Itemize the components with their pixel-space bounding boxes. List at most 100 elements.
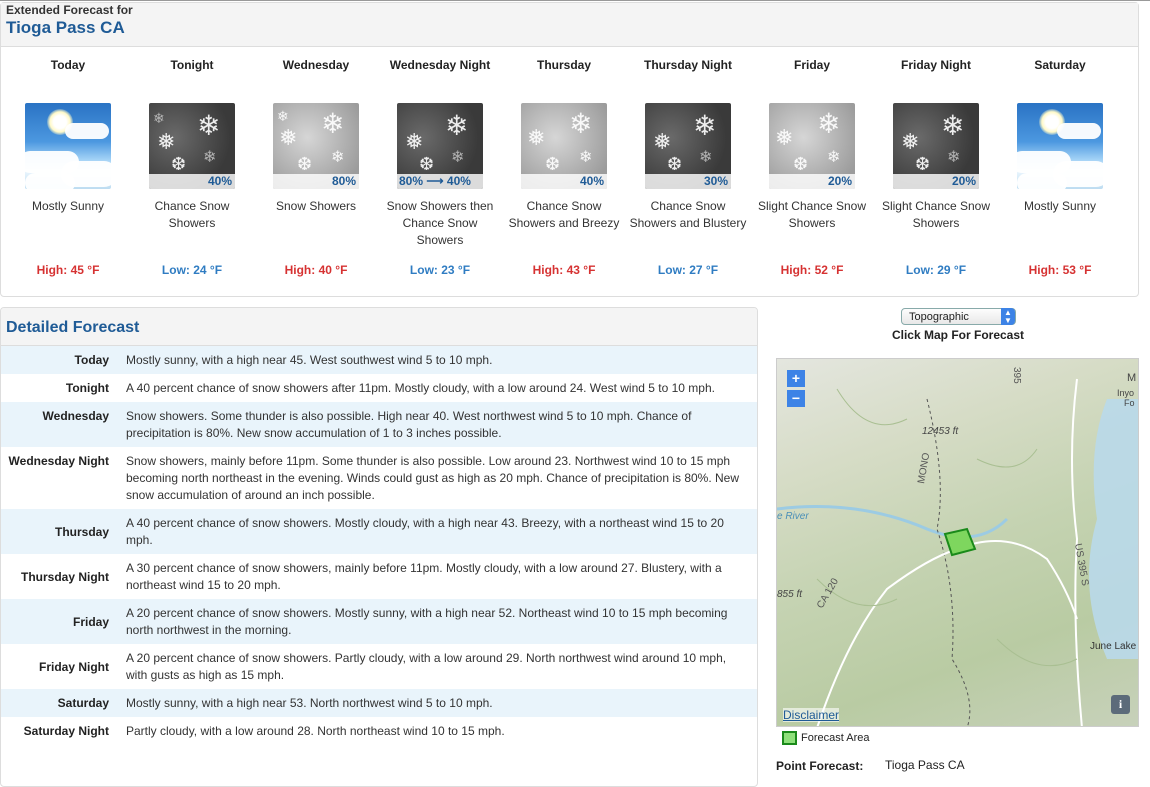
period-temp: Low: 23 °F: [409, 263, 471, 277]
forecast-row-text: A 40 percent chance of snow showers afte…: [126, 381, 715, 395]
forecast-row-text: Snow showers, mainly before 11pm. Some t…: [126, 454, 740, 502]
snow-day-icon: ❄ ❅ ❄ ❆ 40%: [521, 103, 607, 189]
snow-night-icon: ❄ ❅ ❄ ❆ 20%: [893, 103, 979, 189]
period-name: Tonight: [170, 58, 214, 72]
period-temp: High: 43 °F: [532, 263, 596, 277]
info-icon[interactable]: i: [1111, 695, 1130, 714]
detailed-forecast-panel: Detailed Forecast Today Mostly sunny, wi…: [0, 307, 758, 787]
period-tonight[interactable]: Tonight ❄ ❅ ❄ ❆ ❄ 40% Chance Snow Shower…: [130, 55, 254, 277]
detailed-forecast-title: Detailed Forecast: [1, 308, 757, 346]
snow-night-icon: ❄ ❅ ❄ ❆ 80% ⟶ 40%: [397, 103, 483, 189]
map-terrain: 12453 ft 855 ft e River June Lake Inyo F…: [777, 367, 1138, 726]
forecast-row-text: A 20 percent chance of snow showers. Mos…: [126, 606, 728, 637]
forecast-row-text: A 20 percent chance of snow showers. Par…: [126, 651, 727, 682]
period-name: Friday Night: [900, 58, 971, 72]
period-name: Today: [50, 58, 86, 72]
period-short-desc: Snow Showers: [275, 199, 357, 213]
precip-chance: 40%: [521, 174, 607, 189]
map-legend: Forecast Area: [782, 731, 869, 745]
forecast-row: Thursday A 40 percent chance of snow sho…: [1, 509, 757, 554]
period-short-desc: Slight Chance Snow Showers: [757, 199, 867, 230]
precip-chance: 40%: [149, 174, 235, 189]
map-road-label: 395: [1011, 367, 1022, 384]
forecast-row-text: Mostly sunny, with a high near 45. West …: [126, 353, 493, 367]
point-forecast-value: Tioga Pass CA: [885, 758, 965, 772]
extended-forecast-panel: Extended Forecast for Tioga Pass CA Toda…: [0, 2, 1139, 297]
extended-forecast-label: Extended Forecast for: [6, 3, 133, 17]
forecast-row-text: A 40 percent chance of snow showers. Mos…: [126, 516, 724, 547]
snow-day-icon: ❄ ❅ ❄ ❆ ❄ 80%: [273, 103, 359, 189]
period-name: Wednesday Night: [389, 58, 491, 72]
map-elevation-label: 12453 ft: [922, 426, 959, 437]
map-town-label: June Lake: [1090, 641, 1137, 652]
snow-day-icon: ❄ ❅ ❄ ❆ 20%: [769, 103, 855, 189]
top-divider: [0, 0, 1150, 1]
map-caption: Click Map For Forecast: [891, 328, 1025, 342]
period-temp: High: 53 °F: [1028, 263, 1092, 277]
period-name: Saturday: [1034, 58, 1086, 72]
disclaimer-link[interactable]: Disclaimer: [783, 708, 840, 722]
forecast-row-label: Friday Night: [38, 659, 109, 674]
period-short-desc: Mostly Sunny: [1023, 199, 1097, 213]
period-name: Thursday: [536, 58, 591, 72]
period-temp: Low: 27 °F: [657, 263, 719, 277]
forecast-row: Saturday Mostly sunny, with a high near …: [1, 689, 757, 717]
map-town-label: Inyo: [1117, 388, 1134, 398]
period-today[interactable]: Today Mostly Sunny High: 45 °F: [6, 55, 130, 277]
period-wednesday-night[interactable]: Wednesday Night ❄ ❅ ❄ ❆ 80% ⟶ 40% Snow S…: [378, 55, 502, 277]
period-temp: High: 40 °F: [284, 263, 348, 277]
forecast-row-label: Saturday: [57, 696, 109, 710]
precip-chance: 30%: [645, 174, 731, 189]
snow-night-icon: ❄ ❅ ❄ ❆ 30%: [645, 103, 731, 189]
zoom-in-button[interactable]: +: [787, 370, 805, 387]
map-type-select[interactable]: Topographic ▲ ▼: [901, 308, 1016, 325]
forecast-row: Wednesday Night Snow showers, mainly bef…: [1, 447, 757, 509]
forecast-map[interactable]: 12453 ft 855 ft e River June Lake Inyo F…: [776, 358, 1139, 727]
precip-chance: 20%: [769, 174, 855, 189]
period-short-desc: Snow Showers then Chance Snow Showers: [386, 199, 494, 247]
period-saturday[interactable]: Saturday Mostly Sunny High: 53 °F: [998, 55, 1122, 277]
extended-forecast-location: Tioga Pass CA: [6, 18, 125, 37]
forecast-row: Saturday Night Partly cloudy, with a low…: [1, 717, 757, 745]
extended-forecast-header: Extended Forecast for Tioga Pass CA: [1, 3, 1138, 47]
forecast-row: Wednesday Snow showers. Some thunder is …: [1, 402, 757, 447]
period-friday-night[interactable]: Friday Night ❄ ❅ ❄ ❆ 20% Slight Chance S…: [874, 55, 998, 277]
map-town-label: Fo: [1124, 398, 1135, 408]
forecast-row-label: Friday: [72, 614, 109, 629]
map-type-value: Topographic: [909, 311, 969, 323]
period-temp: Low: 24 °F: [161, 263, 223, 277]
period-short-desc: Mostly Sunny: [31, 199, 105, 213]
forecast-row-label: Tonight: [65, 381, 109, 395]
forecast-row: Friday Night A 20 percent chance of snow…: [1, 644, 757, 689]
forecast-row-label: Thursday Night: [20, 569, 109, 584]
period-friday[interactable]: Friday ❄ ❅ ❄ ❆ 20% Slight Chance Snow Sh…: [750, 55, 874, 277]
map-elevation-label: 855 ft: [777, 589, 803, 600]
forecast-row: Tonight A 40 percent chance of snow show…: [1, 374, 757, 402]
map-region-label: MONO: [916, 452, 932, 485]
period-thursday[interactable]: Thursday ❄ ❅ ❄ ❆ 40% Chance Snow Showers…: [502, 55, 626, 277]
forecast-row: Friday A 20 percent chance of snow showe…: [1, 599, 757, 644]
precip-chance: 80% ⟶ 40%: [397, 174, 483, 189]
mostly-sunny-icon: [1017, 103, 1103, 189]
map-river-label: e River: [777, 511, 809, 522]
period-short-desc: Chance Snow Showers: [154, 199, 230, 230]
forecast-row-label: Thursday: [54, 524, 109, 539]
select-arrows-icon: ▲ ▼: [1001, 308, 1015, 325]
forecast-area-swatch-icon: [782, 731, 797, 745]
forecast-row-label: Wednesday: [42, 409, 109, 423]
mostly-sunny-icon: [25, 103, 111, 189]
zoom-out-button[interactable]: −: [787, 390, 805, 407]
forecast-row: Today Mostly sunny, with a high near 45.…: [1, 346, 757, 374]
period-temp: Low: 29 °F: [905, 263, 967, 277]
forecast-row-text: Partly cloudy, with a low around 28. Nor…: [126, 724, 505, 738]
period-temp: High: 45 °F: [36, 263, 100, 277]
precip-chance: 80%: [273, 174, 359, 189]
forecast-row: Thursday Night A 30 percent chance of sn…: [1, 554, 757, 599]
map-corner-label: M: [1127, 372, 1136, 384]
period-wednesday[interactable]: Wednesday ❄ ❅ ❄ ❆ ❄ 80% Snow Showers Hig…: [254, 55, 378, 277]
period-short-desc: Chance Snow Showers and Breezy: [508, 199, 620, 230]
period-short-desc: Chance Snow Showers and Blustery: [629, 199, 747, 230]
period-name: Thursday Night: [643, 58, 732, 72]
period-name: Wednesday: [282, 58, 350, 72]
period-thursday-night[interactable]: Thursday Night ❄ ❅ ❄ ❆ 30% Chance Snow S…: [626, 55, 750, 277]
